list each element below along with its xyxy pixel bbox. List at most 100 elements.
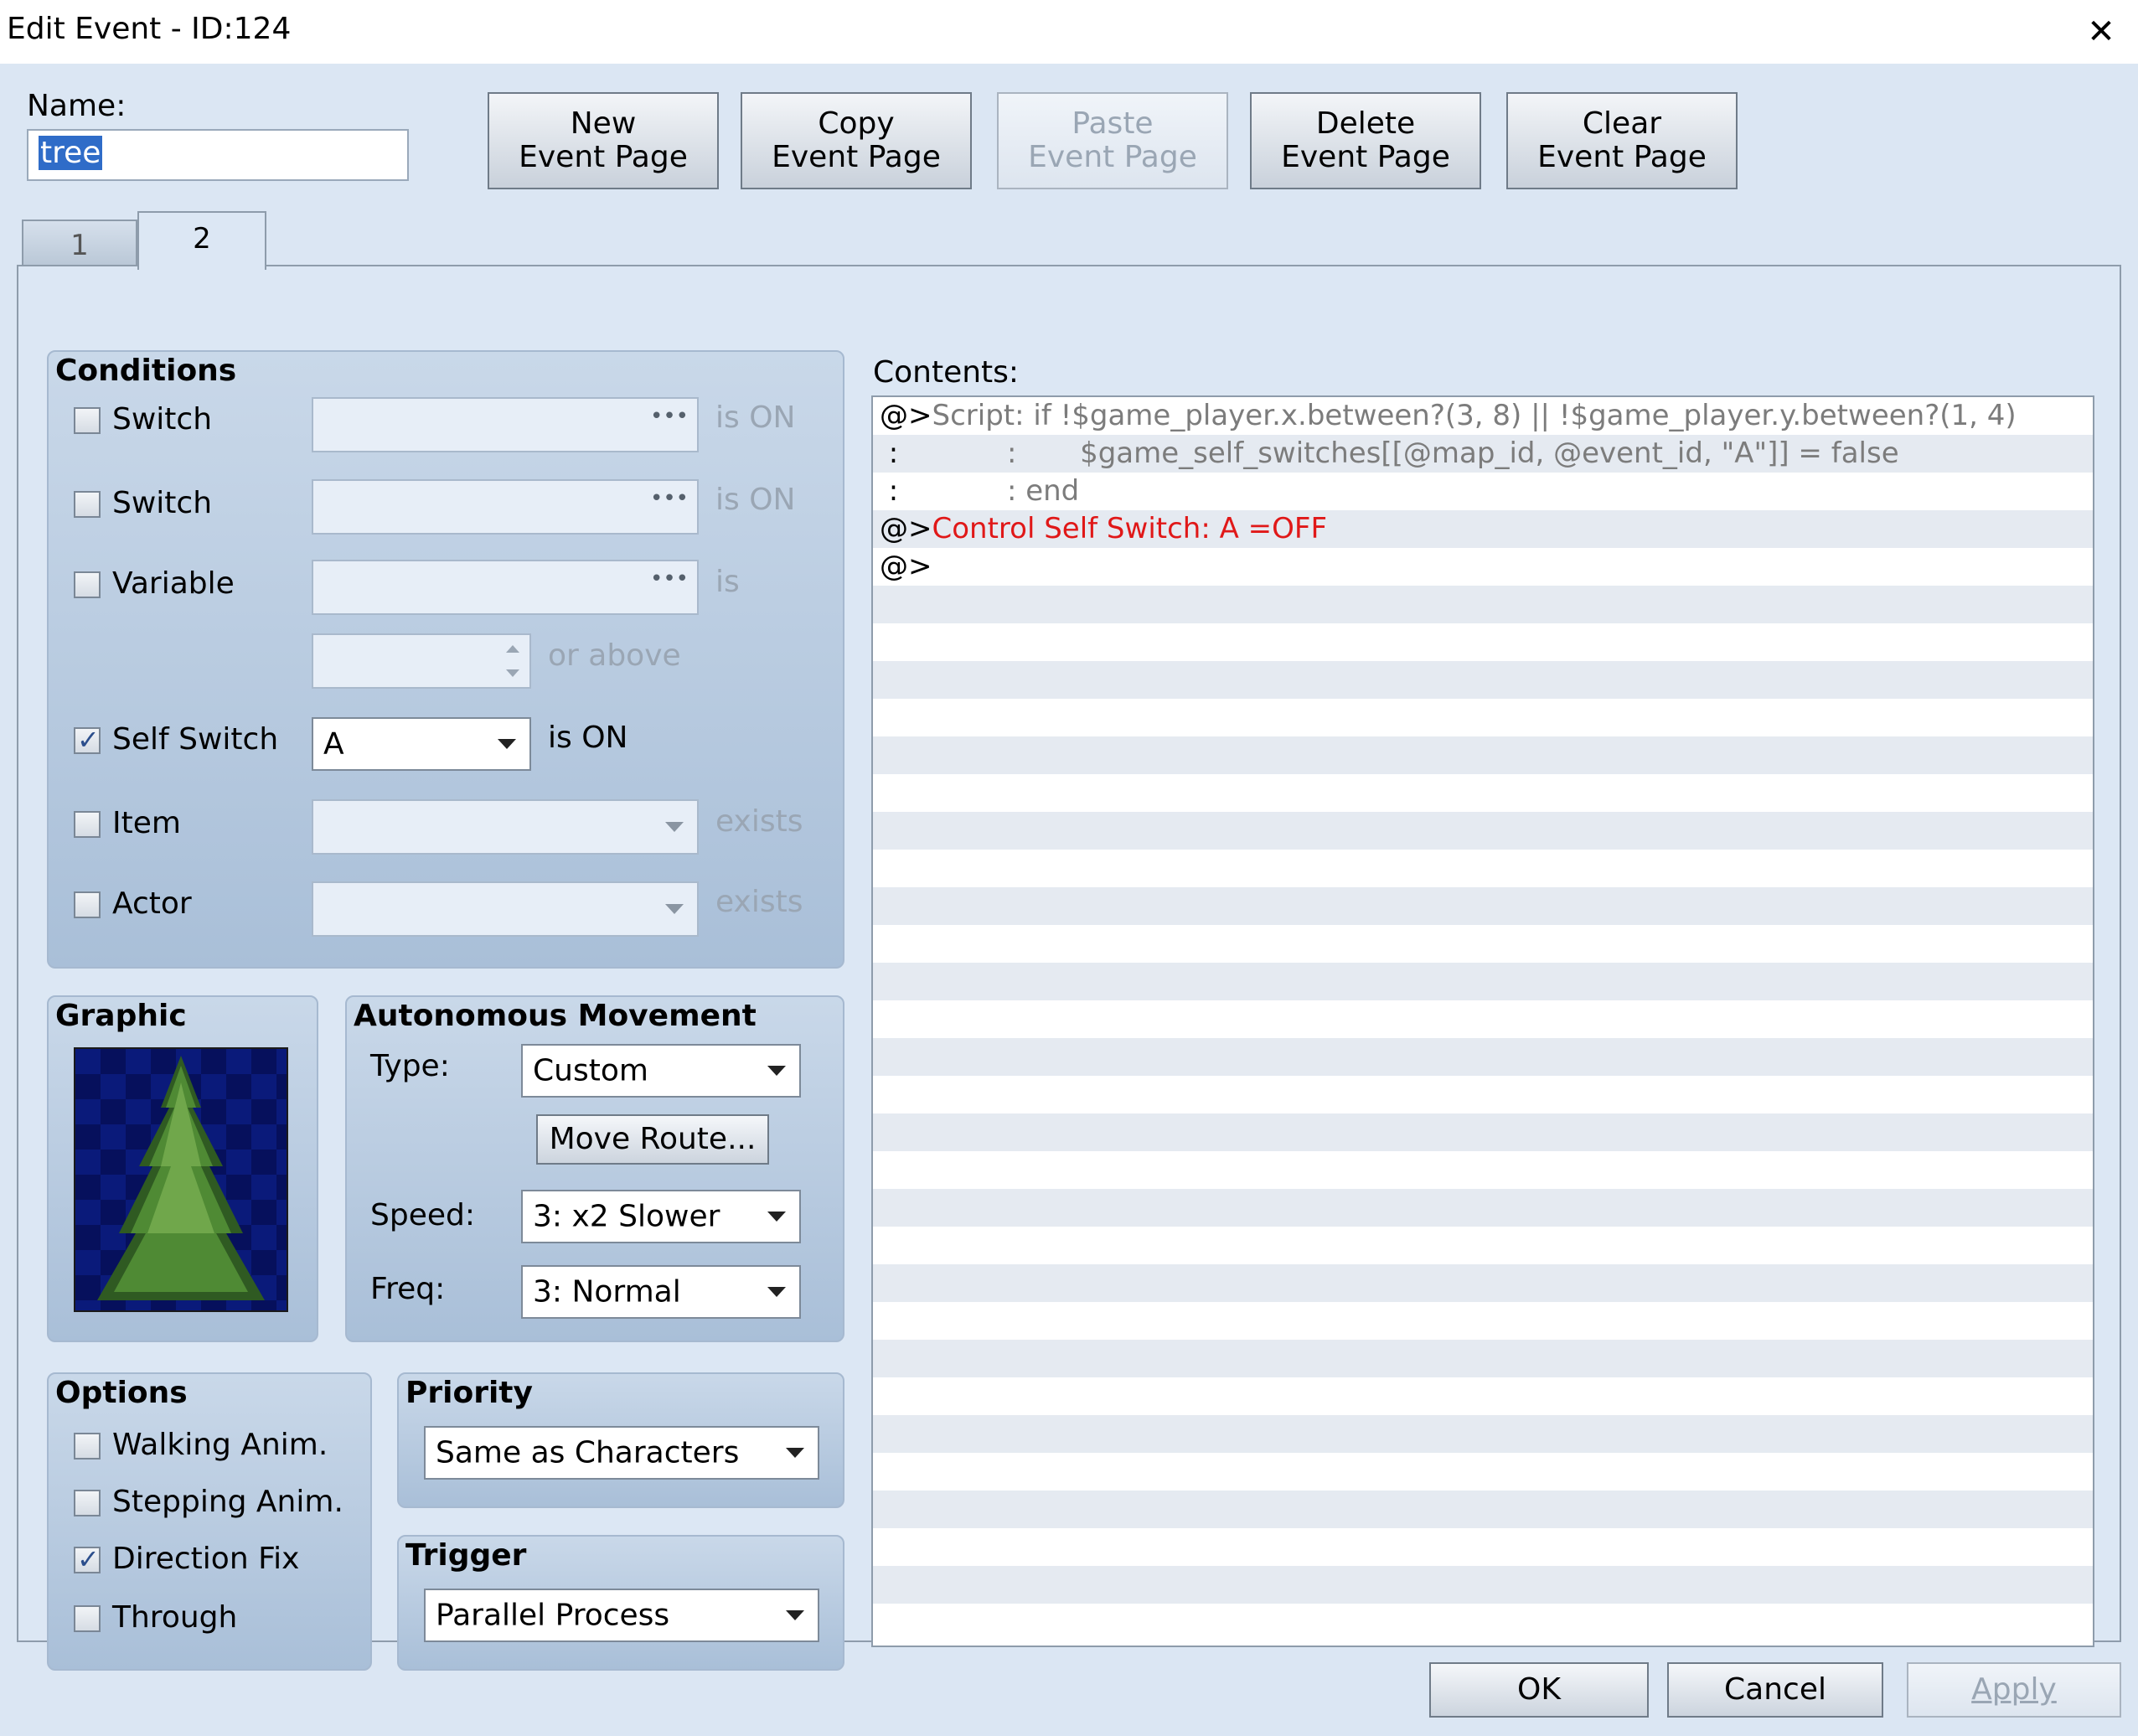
command-row[interactable] bbox=[873, 661, 2093, 699]
command-text: : end bbox=[898, 474, 1080, 508]
variable-value-spinner[interactable] bbox=[312, 633, 531, 689]
direction-fix-checkbox[interactable] bbox=[74, 1543, 101, 1575]
spin-up-icon[interactable] bbox=[506, 645, 519, 653]
command-row[interactable] bbox=[873, 850, 2093, 887]
command-row[interactable]: @>Control Self Switch: A =OFF bbox=[873, 510, 2093, 548]
movement-type-label: Type: bbox=[370, 1049, 450, 1083]
command-row[interactable] bbox=[873, 586, 2093, 623]
stepping-anim-checkbox[interactable] bbox=[74, 1490, 101, 1516]
command-row[interactable] bbox=[873, 699, 2093, 736]
command-row[interactable] bbox=[873, 812, 2093, 850]
name-input[interactable]: tree bbox=[27, 129, 409, 181]
through-checkbox[interactable] bbox=[74, 1605, 101, 1632]
command-row[interactable] bbox=[873, 1000, 2093, 1038]
command-row[interactable] bbox=[873, 1604, 2093, 1641]
close-icon[interactable]: ✕ bbox=[2076, 7, 2126, 57]
command-row[interactable] bbox=[873, 1264, 2093, 1302]
button-label: Copy bbox=[818, 106, 895, 141]
command-text: Control Self Switch: A =OFF bbox=[932, 512, 1328, 545]
self-switch-label: Self Switch bbox=[112, 722, 279, 757]
item-checkbox[interactable] bbox=[74, 811, 101, 838]
character-graphic-preview[interactable] bbox=[74, 1047, 288, 1312]
movement-freq-select[interactable]: 3: Normal bbox=[521, 1265, 801, 1319]
tab-page-2[interactable]: 2 bbox=[137, 211, 266, 270]
trigger-select[interactable]: Parallel Process bbox=[424, 1589, 819, 1642]
command-row[interactable] bbox=[873, 1189, 2093, 1227]
command-row[interactable] bbox=[873, 1302, 2093, 1340]
command-row[interactable]: : : end bbox=[873, 473, 2093, 510]
command-row[interactable] bbox=[873, 1377, 2093, 1415]
command-row[interactable]: @>Script: if !$game_player.x.between?(3,… bbox=[873, 397, 2093, 435]
name-label: Name: bbox=[27, 89, 127, 123]
clear-event-page-button[interactable]: Clear Event Page bbox=[1506, 92, 1738, 189]
options-group: Options Walking Anim. Stepping Anim. Dir… bbox=[47, 1372, 372, 1671]
command-row[interactable] bbox=[873, 1528, 2093, 1566]
switch2-selector[interactable]: ••• bbox=[312, 479, 699, 535]
walking-anim-label: Walking Anim. bbox=[112, 1428, 328, 1462]
command-row[interactable] bbox=[873, 1340, 2093, 1377]
apply-button[interactable]: Apply bbox=[1907, 1662, 2121, 1718]
switch1-selector[interactable]: ••• bbox=[312, 397, 699, 452]
actor-select[interactable] bbox=[312, 881, 699, 937]
copy-event-page-button[interactable]: Copy Event Page bbox=[741, 92, 972, 189]
movement-speed-select[interactable]: 3: x2 Slower bbox=[521, 1190, 801, 1243]
movement-type-select[interactable]: Custom bbox=[521, 1044, 801, 1098]
command-row[interactable] bbox=[873, 1491, 2093, 1528]
movement-freq-label: Freq: bbox=[370, 1272, 446, 1306]
command-row[interactable] bbox=[873, 925, 2093, 963]
walking-anim-checkbox[interactable] bbox=[74, 1433, 101, 1460]
command-row[interactable] bbox=[873, 774, 2093, 812]
switch2-checkbox[interactable] bbox=[74, 491, 101, 518]
item-label: Item bbox=[112, 806, 181, 840]
command-row[interactable] bbox=[873, 1076, 2093, 1113]
command-row[interactable] bbox=[873, 1227, 2093, 1264]
ok-button[interactable]: OK bbox=[1429, 1662, 1649, 1718]
variable-selector[interactable]: ••• bbox=[312, 560, 699, 615]
button-label: Clear bbox=[1582, 106, 1662, 141]
options-title: Options bbox=[55, 1376, 188, 1410]
self-switch-select[interactable]: A bbox=[312, 717, 531, 771]
button-label: Event Page bbox=[1281, 140, 1450, 174]
chevron-down-icon bbox=[665, 904, 684, 914]
button-label: Event Page bbox=[1028, 140, 1197, 174]
new-event-page-button[interactable]: New Event Page bbox=[488, 92, 719, 189]
command-row[interactable] bbox=[873, 887, 2093, 925]
move-route-button[interactable]: Move Route... bbox=[536, 1114, 769, 1165]
event-commands-list[interactable]: @>Script: if !$game_player.x.between?(3,… bbox=[871, 395, 2094, 1647]
command-row[interactable]: @> bbox=[873, 548, 2093, 586]
command-row[interactable] bbox=[873, 1453, 2093, 1491]
self-switch-checkbox[interactable] bbox=[74, 724, 101, 756]
chevron-down-icon bbox=[786, 1610, 804, 1620]
command-row[interactable] bbox=[873, 1151, 2093, 1189]
ellipsis-icon: ••• bbox=[649, 486, 689, 511]
delete-event-page-button[interactable]: Delete Event Page bbox=[1250, 92, 1481, 189]
variable-checkbox[interactable] bbox=[74, 571, 101, 598]
switch2-label: Switch bbox=[112, 486, 213, 520]
command-row[interactable] bbox=[873, 736, 2093, 774]
ellipsis-icon: ••• bbox=[649, 404, 689, 429]
priority-select[interactable]: Same as Characters bbox=[424, 1426, 819, 1480]
tab-page-1[interactable]: 1 bbox=[22, 220, 137, 266]
button-label: Event Page bbox=[772, 140, 941, 174]
cancel-button[interactable]: Cancel bbox=[1667, 1662, 1883, 1718]
command-row[interactable] bbox=[873, 1415, 2093, 1453]
switch1-checkbox[interactable] bbox=[74, 407, 101, 434]
movement-type-value: Custom bbox=[533, 1053, 648, 1088]
command-row[interactable] bbox=[873, 1038, 2093, 1076]
button-label: Delete bbox=[1315, 106, 1416, 141]
command-row[interactable] bbox=[873, 1566, 2093, 1604]
command-row[interactable] bbox=[873, 963, 2093, 1000]
actor-checkbox[interactable] bbox=[74, 891, 101, 918]
graphic-group: Graphic bbox=[47, 995, 318, 1342]
command-row[interactable] bbox=[873, 623, 2093, 661]
command-prefix: : bbox=[880, 437, 899, 470]
command-row[interactable]: : : $game_self_switches[[@map_id, @event… bbox=[873, 435, 2093, 473]
paste-event-page-button[interactable]: Paste Event Page bbox=[997, 92, 1228, 189]
item-select[interactable] bbox=[312, 799, 699, 855]
direction-fix-label: Direction Fix bbox=[112, 1542, 300, 1576]
priority-group: Priority Same as Characters bbox=[397, 1372, 844, 1508]
spin-down-icon[interactable] bbox=[506, 669, 519, 677]
trigger-title: Trigger bbox=[405, 1538, 527, 1573]
command-row[interactable] bbox=[873, 1113, 2093, 1151]
button-label: Event Page bbox=[519, 140, 688, 174]
